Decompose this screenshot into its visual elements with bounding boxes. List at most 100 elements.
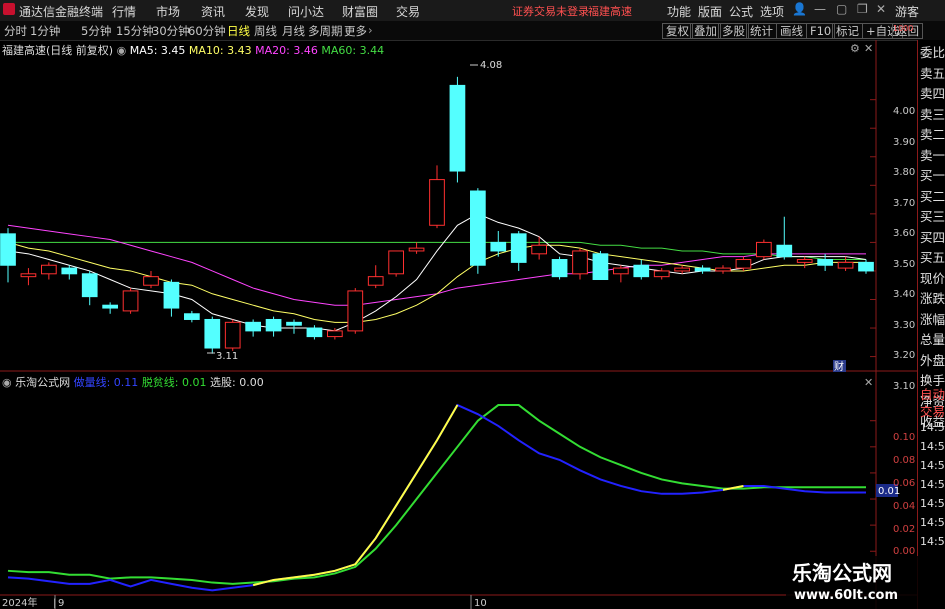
candle-body (858, 261, 874, 272)
indicator-toggle-icon[interactable]: ◉ (2, 376, 12, 389)
candle-body (735, 259, 752, 269)
candle-body (0, 233, 16, 266)
menu-item-quotes[interactable]: 行情 (112, 3, 136, 20)
finance-badge-label: 财 (834, 360, 844, 373)
f10-button[interactable]: F10 (806, 23, 836, 39)
screenshot-icon[interactable]: ▢ (836, 2, 847, 16)
period-tab-multi[interactable]: 多周期 (308, 23, 343, 39)
period-tab-daily[interactable]: 日线 (227, 23, 250, 39)
indicator-name[interactable]: 乐淘公式网 (15, 376, 70, 389)
y-tick: 3.50 (893, 259, 916, 270)
quote-field-11: 现价 (920, 270, 945, 286)
high-marker-label: 4.08 (480, 60, 502, 71)
candle (367, 265, 384, 289)
ind-y-tick: 0.02 (893, 524, 916, 535)
trade-time-6: 14:56 (920, 535, 945, 548)
quote-field-14: 总量 (920, 332, 945, 347)
menu-item-ask[interactable]: 问小达 (288, 3, 324, 20)
adjust-button[interactable]: 复权 (662, 23, 693, 39)
menu-item-options[interactable]: 选项 (760, 3, 784, 20)
candle (694, 265, 711, 274)
candle-body (122, 290, 139, 312)
candle (163, 279, 180, 317)
menu-item-wealth[interactable]: 财富圈 (342, 3, 378, 20)
candle-body (367, 276, 384, 286)
x-axis-year: 2024年 (2, 596, 37, 609)
menu-item-formula[interactable]: 公式 (729, 3, 753, 20)
multi-stock-button[interactable]: 多股 (718, 23, 749, 39)
period-tab-15min[interactable]: 15分钟 (116, 23, 154, 39)
minimize-icon[interactable]: — (814, 2, 826, 16)
candle-body (306, 327, 323, 338)
candle-body (531, 244, 547, 255)
y-tick: 3.30 (893, 320, 916, 331)
menu-item-discover[interactable]: 发现 (245, 3, 269, 20)
overlay-button[interactable]: 叠加 (690, 23, 721, 39)
menu-item-layout[interactable]: 版面 (698, 3, 722, 20)
user-icon[interactable]: 👤 (792, 2, 807, 16)
high-marker: 4.08 (470, 60, 502, 71)
low-marker: 3.11 (207, 351, 238, 362)
candle (265, 316, 282, 337)
period-tab-intraday[interactable]: 分时 (4, 23, 27, 39)
quote-field-7: 买二 (920, 188, 945, 204)
candle-body (756, 241, 772, 258)
candle (204, 316, 221, 354)
period-tab-1min[interactable]: 1分钟 (30, 23, 60, 39)
candle (551, 256, 568, 280)
candle-body (796, 259, 813, 263)
candle-body (347, 290, 364, 332)
period-tab-30min[interactable]: 30分钟 (152, 23, 190, 39)
menu-item-news[interactable]: 资讯 (201, 3, 225, 20)
candle (245, 319, 261, 337)
candle (429, 165, 445, 229)
period-tab-60min[interactable]: 60分钟 (188, 23, 226, 39)
period-tab-5min[interactable]: 5分钟 (81, 23, 111, 39)
close-icon[interactable]: ✕ (876, 2, 886, 16)
ind-y-tick: 0.04 (893, 501, 916, 512)
close-pane-icon[interactable]: ✕ (864, 42, 873, 55)
panel-button-1[interactable]: 交易 (920, 401, 945, 420)
menu-item-market[interactable]: 市场 (156, 3, 180, 20)
stock-label[interactable]: 福建高速(日线 前复权) (2, 44, 113, 57)
candle-body (184, 313, 200, 320)
y-tick: 3.10 (893, 381, 916, 392)
stats-button[interactable]: 统计 (746, 23, 777, 39)
candle (776, 216, 793, 260)
settings-icon[interactable]: ⚙ (850, 42, 860, 55)
menu-item-function[interactable]: 功能 (667, 3, 691, 20)
toggle-icon[interactable]: ◉ (117, 44, 127, 57)
y-tick: 3.40 (893, 289, 916, 300)
close-indicator-icon[interactable]: ✕ (864, 376, 873, 389)
candle-body (633, 264, 650, 278)
y-tick: 3.20 (893, 350, 916, 361)
draw-line-button[interactable]: 画线 (776, 23, 807, 39)
chevron-right-icon[interactable]: › (368, 23, 373, 37)
candle (674, 265, 690, 274)
mark-button[interactable]: 标记 (832, 23, 863, 39)
candle-body (204, 318, 221, 349)
period-tab-more[interactable]: 更多 (344, 23, 367, 39)
quote-field-3: 卖三 (920, 106, 945, 122)
candle (388, 250, 404, 277)
login-status[interactable]: 证券交易未登录 (512, 3, 589, 19)
app-logo-icon (3, 3, 15, 15)
indicator-select-label: 选股: 0.00 (210, 376, 264, 389)
quote-field-0: 委比 (920, 45, 945, 60)
menu-item-trade[interactable]: 交易 (396, 3, 420, 20)
candle (470, 188, 486, 274)
broker-name: 福建高速 (588, 5, 632, 18)
quote-field-5: 卖一 (920, 147, 945, 163)
candle (61, 265, 78, 280)
candle-body (61, 267, 78, 275)
candle (347, 288, 364, 334)
restore-icon[interactable]: ❐ (857, 2, 868, 16)
candle-body (102, 304, 118, 309)
candle (81, 270, 98, 306)
kline-chart[interactable]: 4.08 3.11 财 ⚙ ✕ ✕ 0.01 2024年 | 9 10 (0, 40, 917, 609)
candle-body (163, 281, 180, 309)
period-tab-weekly[interactable]: 周线 (254, 23, 277, 39)
user-label[interactable]: 游客 (895, 3, 919, 20)
period-tab-monthly[interactable]: 月线 (282, 23, 305, 39)
watermark-url: www.60lt.com (794, 588, 899, 603)
